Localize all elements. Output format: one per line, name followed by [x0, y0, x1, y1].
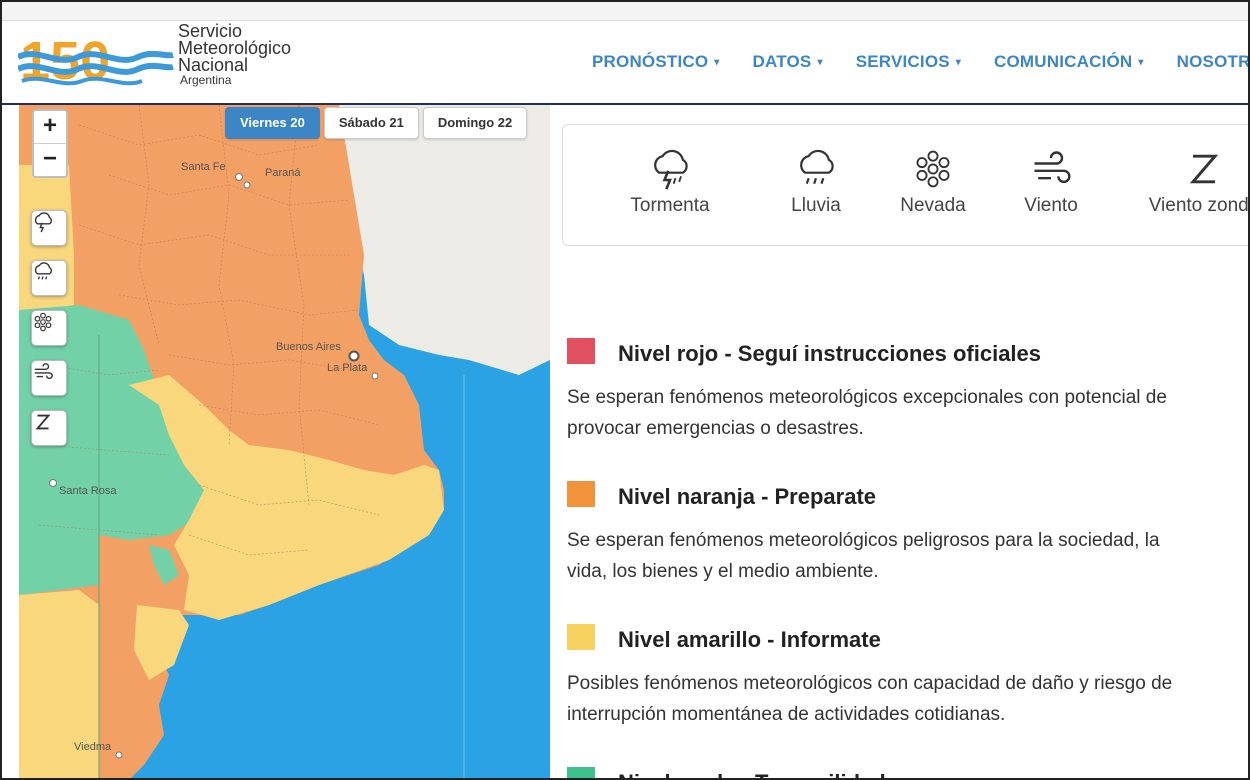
map-rain-button[interactable] [31, 260, 67, 296]
parana-marker [243, 181, 251, 189]
nav-nosotros[interactable]: NOSOTROS [1177, 52, 1248, 72]
rain-icon [800, 149, 834, 185]
uruguay-region [339, 105, 550, 375]
zoom-out-button[interactable]: − [34, 143, 66, 176]
phenomena-panel: Tormenta Lluvia Nevada Viento Viento zon… [562, 124, 1250, 246]
phenomenon-label: Viento zonda [1148, 195, 1250, 216]
tab-domingo[interactable]: Domingo 22 [422, 107, 528, 139]
level-desc-line1: Se esperan fenómenos meteorológicos peli… [567, 530, 1160, 551]
logo-line4: Argentina [180, 73, 232, 87]
level-desc-line2: interrupción momentánea de actividades c… [567, 704, 1006, 725]
la-plata-marker [371, 372, 379, 380]
tab-viernes[interactable]: Viernes 20 [225, 107, 320, 139]
phenomenon-label: Tormenta [630, 195, 710, 216]
map-snow-button[interactable] [31, 310, 67, 346]
level-title: Nivel verde - Tranquilidad [618, 770, 886, 778]
phenomenon-tormenta[interactable]: Tormenta [625, 147, 715, 217]
phenomenon-label: Nevada [900, 195, 966, 216]
buenos-aires-marker [348, 350, 360, 362]
phenomenon-lluvia[interactable]: Lluvia [781, 147, 851, 217]
chevron-down-icon: ▾ [714, 57, 720, 68]
zoom-in-button[interactable]: + [34, 111, 66, 143]
map-label-buenos-aires: Buenos Aires [276, 341, 341, 353]
top-strip [2, 2, 1248, 21]
map-storm-button[interactable] [31, 210, 67, 246]
storm-icon [654, 149, 688, 190]
main-nav: PRONÓSTICO ▾ DATOS ▾ SERVICIOS ▾ COMUNICACI… [592, 52, 1248, 72]
santa-fe-marker [235, 173, 243, 181]
smn-logo[interactable]: 150 [16, 27, 178, 91]
alert-map[interactable]: Santa Fe Paraná Buenos Aires La Plata Sa… [19, 105, 550, 778]
phenomenon-label: Viento [1024, 195, 1078, 216]
phenomenon-viento[interactable]: Viento [1015, 147, 1087, 217]
level-desc-line2: provocar emergencias o desastres. [567, 418, 864, 439]
browser-viewport: 150 Servicio Meteorológico Nacional Arge… [0, 0, 1250, 780]
viedma-marker [115, 751, 123, 759]
map-canvas [19, 105, 550, 778]
level-swatch-orange [567, 481, 595, 507]
wind-icon [1034, 151, 1071, 183]
zoom-control: + − [32, 109, 68, 178]
level-swatch-yellow [567, 624, 595, 650]
level-desc-line1: Se esperan fenómenos meteorológicos exce… [567, 387, 1167, 408]
logo-line3: Nacional [178, 55, 249, 75]
level-title: Nivel amarillo - Informate [618, 627, 881, 652]
chevron-down-icon: ▾ [955, 57, 962, 68]
level-desc-line2: vida, los bienes y el medio ambiente. [567, 561, 879, 582]
day-tabs: Viernes 20 Sábado 21 Domingo 22 [225, 107, 531, 139]
zonda-icon [35, 414, 51, 430]
map-wind-button[interactable] [31, 360, 67, 396]
phenomenon-label: Lluvia [791, 195, 841, 216]
tab-sabado[interactable]: Sábado 21 [323, 107, 419, 139]
map-label-santa-rosa: Santa Rosa [59, 485, 117, 497]
nav-pronostico[interactable]: PRONÓSTICO ▾ [592, 52, 720, 72]
map-label-viedma: Viedma [74, 741, 112, 753]
map-label-la-plata: La Plata [327, 362, 368, 374]
snow-icon [916, 150, 950, 188]
nav-servicios[interactable]: SERVICIOS ▾ [856, 52, 961, 72]
nav-datos[interactable]: DATOS ▾ [753, 52, 823, 72]
level-title: Nivel rojo - Seguí instrucciones oficial… [618, 341, 1042, 366]
chevron-down-icon: ▾ [817, 57, 823, 68]
santa-rosa-marker [49, 479, 57, 487]
level-desc-line1: Posibles fenómenos meteorológicos con ca… [567, 673, 1173, 694]
zonda-icon [1189, 154, 1219, 184]
rain-icon [34, 262, 52, 280]
map-label-parana: Paraná [265, 167, 301, 179]
logo-text: Servicio Meteorológico Nacional Argentin… [178, 22, 291, 87]
map-zonda-button[interactable] [31, 410, 67, 446]
snow-icon [34, 312, 52, 332]
phenomenon-nevada[interactable]: Nevada [893, 147, 973, 217]
nav-comunicacion[interactable]: COMUNICACIÓN ▾ [994, 52, 1144, 72]
chevron-down-icon: ▾ [1138, 57, 1144, 68]
level-swatch-green [567, 767, 595, 778]
logo-150-icon: 150 [16, 31, 174, 91]
site-header: 150 Servicio Meteorológico Nacional Arge… [2, 21, 1248, 105]
phenomenon-viento-zonda[interactable]: Viento zonda [1139, 147, 1250, 217]
storm-icon [34, 212, 52, 233]
map-label-santa-fe: Santa Fe [181, 161, 226, 173]
level-title: Nivel naranja - Preparate [618, 484, 877, 509]
wind-icon [34, 363, 53, 380]
level-swatch-red [567, 338, 595, 364]
